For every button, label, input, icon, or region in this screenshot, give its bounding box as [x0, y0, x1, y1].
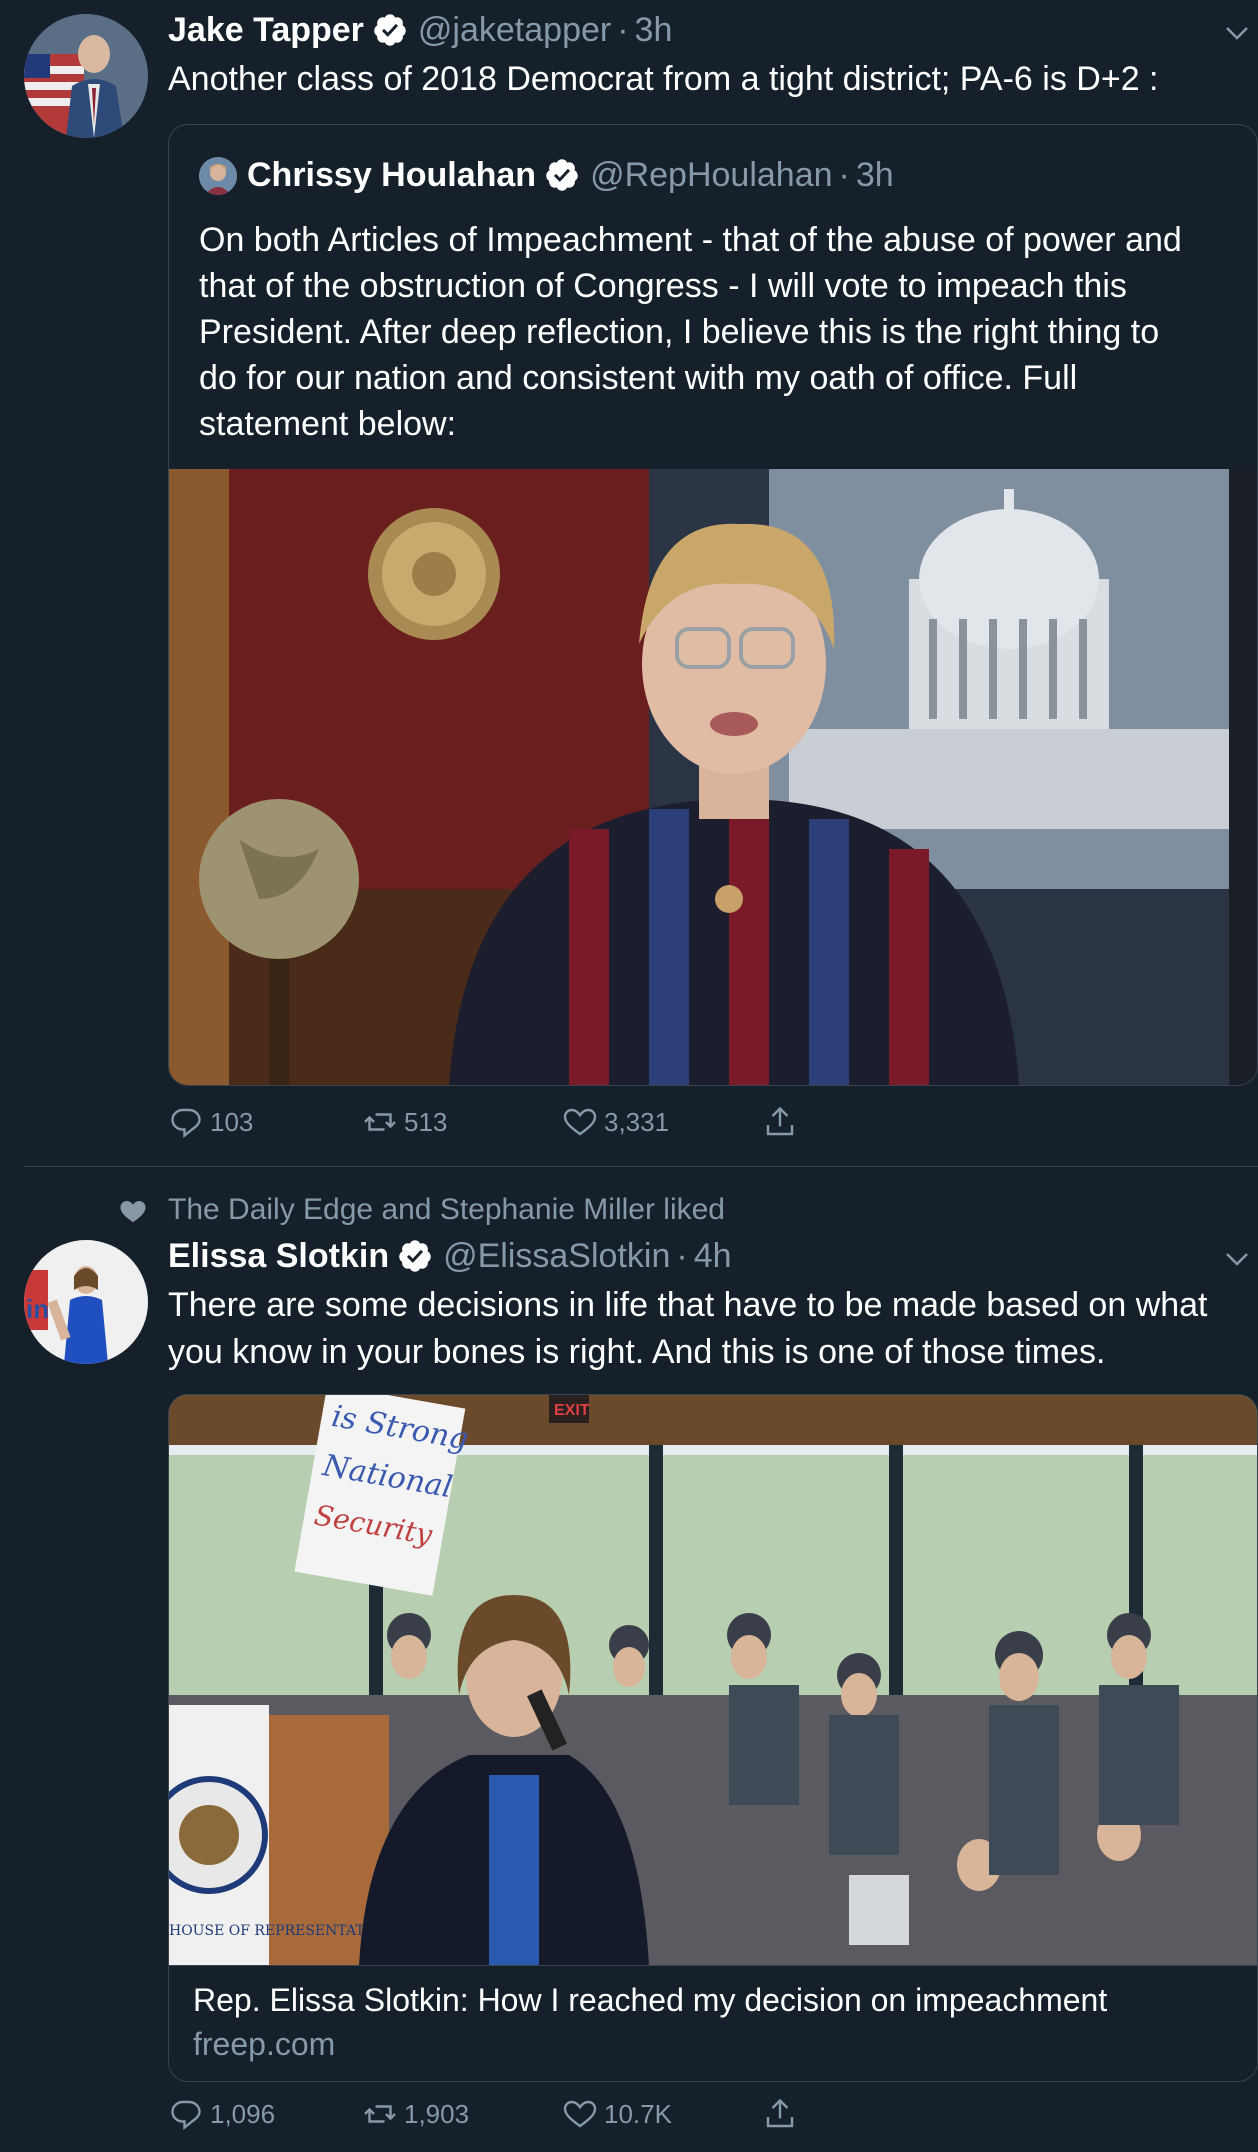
avatar-chrissy-houlahan[interactable] [199, 157, 237, 195]
avatar-jake-tapper[interactable] [24, 14, 148, 138]
tweet-text-line: you know in your bones is right. And thi… [168, 1333, 1106, 1371]
retweet-count: 1,903 [404, 2098, 470, 2129]
link-card-title[interactable]: Rep. Elissa Slotkin: How I reached my de… [193, 1982, 1107, 2019]
verified-badge-icon [374, 14, 406, 46]
author-handle[interactable]: @jaketapper [418, 11, 611, 50]
like-count: 10.7K [604, 2098, 672, 2129]
quoted-text-line: do for our nation and consistent with my… [199, 359, 1078, 397]
quoted-author-name[interactable]: Chrissy Houlahan [247, 156, 536, 195]
reply-button[interactable]: 1,096 [168, 2096, 275, 2132]
share-icon [766, 2098, 794, 2128]
tweet-time[interactable]: 4h [694, 1237, 732, 1276]
share-button[interactable] [762, 2096, 798, 2132]
heart-icon [120, 1201, 146, 1223]
author-name[interactable]: Elissa Slotkin [168, 1237, 389, 1276]
link-card-image[interactable]: EXIT is Strong National Security HOUSE O… [169, 1395, 1257, 1965]
quoted-text-line: On both Articles of Impeachment - that o… [199, 221, 1182, 259]
retweet-button[interactable]: 1,903 [362, 2096, 469, 2132]
heart-icon [563, 1108, 597, 1136]
exit-sign: EXIT [554, 1402, 590, 1419]
quoted-text-line: statement below: [199, 405, 457, 443]
quoted-text-line: President. After deep reflection, I beli… [199, 313, 1160, 351]
link-card-footer[interactable]: Rep. Elissa Slotkin: How I reached my de… [169, 1965, 1257, 2081]
reply-button[interactable]: 103 [168, 1104, 253, 1140]
meta-dot: · [838, 155, 850, 194]
verified-badge-icon [546, 159, 578, 191]
like-button[interactable]: 3,331 [562, 1104, 669, 1140]
tweet-actions: 103 513 3,331 [168, 1104, 1168, 1148]
chevron-down-icon[interactable] [1222, 1244, 1252, 1274]
reply-count: 103 [210, 1106, 254, 1137]
quoted-author-handle[interactable]: @RepHoulahan [590, 156, 832, 195]
meta-dot: · [617, 10, 629, 49]
quoted-tweet[interactable]: Chrissy Houlahan @RepHoulahan · 3h On bo… [168, 124, 1258, 1086]
tweet-time[interactable]: 3h [635, 11, 673, 50]
svg-text:in: in [26, 1294, 49, 1324]
retweet-icon [364, 1113, 396, 1131]
quoted-tweet-image[interactable] [169, 469, 1257, 1085]
share-icon [766, 1106, 794, 1136]
author-name[interactable]: Jake Tapper [168, 11, 364, 50]
retweet-count: 513 [404, 1106, 448, 1137]
retweet-icon [364, 2105, 396, 2123]
tweet-actions: 1,096 1,903 10.7K [168, 2096, 1168, 2140]
tweet-divider [24, 1166, 1258, 1167]
quoted-tweet-time[interactable]: 3h [856, 156, 894, 195]
link-card-domain[interactable]: freep.com [193, 2026, 335, 2063]
link-card[interactable]: EXIT is Strong National Security HOUSE O… [168, 1394, 1258, 2082]
chevron-down-icon[interactable] [1222, 18, 1252, 48]
quoted-text-line: that of the obstruction of Congress - I … [199, 267, 1127, 305]
like-button[interactable]: 10.7K [562, 2096, 672, 2132]
heart-icon [563, 2100, 597, 2128]
tweet-text: Another class of 2018 Democrat from a ti… [168, 60, 1159, 98]
social-context[interactable]: The Daily Edge and Stephanie Miller like… [168, 1190, 725, 1230]
reply-count: 1,096 [210, 2098, 276, 2129]
quoted-tweet-text: On both Articles of Impeachment - that o… [199, 217, 1239, 447]
author-handle[interactable]: @ElissaSlotkin [443, 1237, 670, 1276]
tweet-text-line: There are some decisions in life that ha… [168, 1286, 1208, 1324]
meta-dot: · [676, 1236, 688, 1275]
tweet-text: There are some decisions in life that ha… [168, 1282, 1248, 1376]
like-count: 3,331 [604, 1106, 670, 1137]
retweet-button[interactable]: 513 [362, 1104, 447, 1140]
verified-badge-icon [399, 1240, 431, 1272]
reply-icon [171, 2100, 201, 2130]
avatar-elissa-slotkin[interactable]: in [24, 1240, 148, 1364]
share-button[interactable] [762, 1104, 798, 1140]
reply-icon [171, 1108, 201, 1138]
